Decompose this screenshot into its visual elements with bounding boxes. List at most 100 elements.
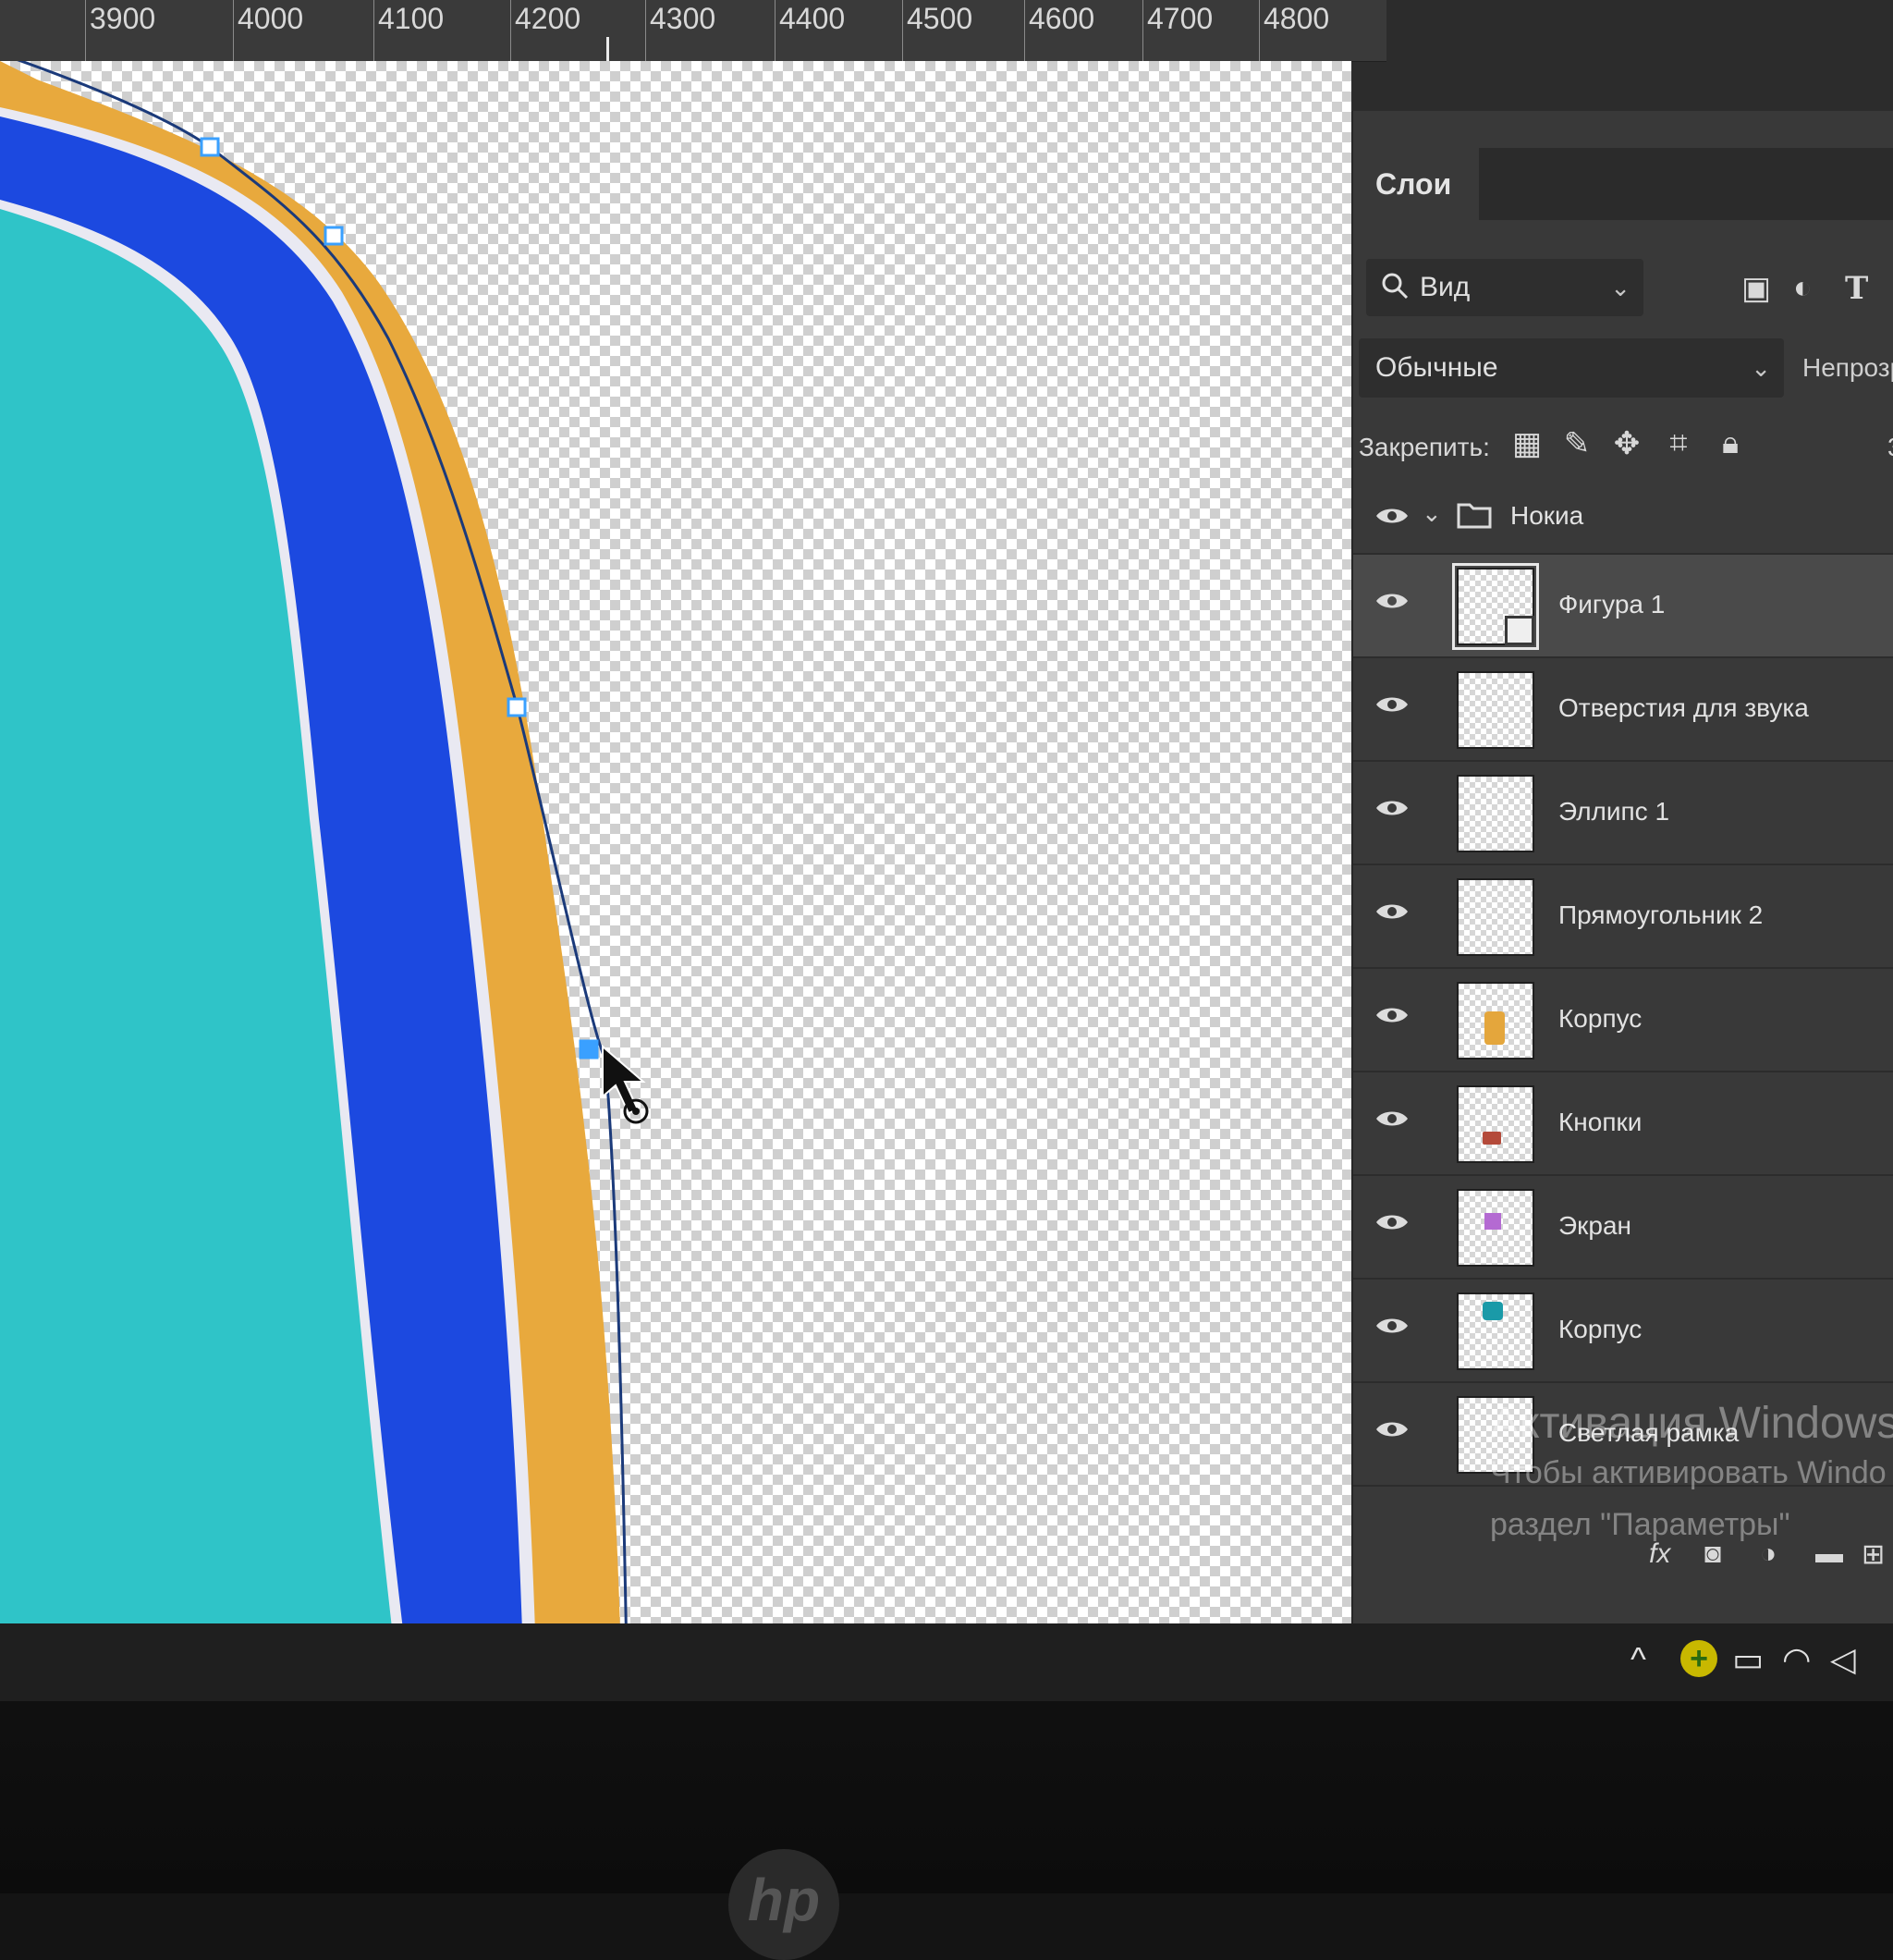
eye-icon[interactable] xyxy=(1375,693,1409,716)
volume-icon[interactable]: ◁ xyxy=(1830,1640,1856,1679)
eye-icon[interactable] xyxy=(1375,1108,1409,1130)
layer-thumbnail xyxy=(1452,563,1539,650)
folder-icon[interactable]: ▬ xyxy=(1815,1538,1843,1570)
ruler-tick: 3900 xyxy=(85,0,155,61)
layer-item[interactable]: Отверстия для звука xyxy=(1353,658,1893,762)
layer-item[interactable]: Экран xyxy=(1353,1176,1893,1280)
filter-label: Вид xyxy=(1420,272,1471,302)
document-canvas[interactable] xyxy=(0,61,1351,1660)
windows-activation-title: Активация Windows xyxy=(1490,1399,1893,1448)
search-icon xyxy=(1382,273,1409,300)
panel-tabbar: Слои xyxy=(1353,148,1893,220)
tab-layers[interactable]: Слои xyxy=(1353,148,1479,220)
layer-item[interactable]: Корпус xyxy=(1353,969,1893,1072)
eye-icon[interactable] xyxy=(1375,1315,1409,1337)
layer-item[interactable]: Прямоугольник 2 xyxy=(1353,865,1893,969)
blend-mode-select[interactable]: Обычные ⌄ xyxy=(1359,338,1784,398)
layer-name: Прямоугольник 2 xyxy=(1558,900,1764,929)
chevron-down-icon[interactable]: ⌄ xyxy=(1422,499,1442,528)
layer-item[interactable]: Эллипс 1 xyxy=(1353,762,1893,865)
layer-name: Экран xyxy=(1558,1211,1631,1240)
screen: 3900 4000 4100 4200 4300 4400 4500 4600 … xyxy=(0,0,1893,1701)
layer-name: Кнопки xyxy=(1558,1108,1643,1136)
thumbnail-content xyxy=(1484,1213,1501,1230)
new-layer-icon[interactable]: ⊞ xyxy=(1862,1538,1885,1571)
layer-group-nokia[interactable]: ⌄ Нокиа xyxy=(1353,481,1893,555)
anchor-point[interactable] xyxy=(324,226,344,246)
phone-artwork xyxy=(0,61,629,1660)
layer-item[interactable]: Кнопки xyxy=(1353,1072,1893,1176)
layer-name: Эллипс 1 xyxy=(1558,797,1670,826)
layer-name: Отверстия для звука xyxy=(1558,693,1809,722)
adjustment-filter-icon[interactable]: ◐ xyxy=(1793,270,1813,306)
ruler-tick: 4200 xyxy=(510,0,580,61)
layer-thumbnail xyxy=(1457,671,1534,749)
mask-icon[interactable]: ◙ xyxy=(1704,1538,1721,1570)
layer-thumbnail xyxy=(1457,982,1534,1060)
layer-thumbnail xyxy=(1457,1085,1534,1163)
eye-icon[interactable] xyxy=(1375,1004,1409,1026)
layer-name: Корпус xyxy=(1558,1315,1643,1343)
layer-thumbnail xyxy=(1457,878,1534,956)
layer-name: Корпус xyxy=(1558,1004,1643,1033)
shape-layer-icon xyxy=(1505,616,1534,645)
layer-filter-select[interactable]: Вид ⌄ xyxy=(1366,259,1643,316)
wifi-icon[interactable]: ◠ xyxy=(1782,1640,1811,1679)
chevron-down-icon: ⌄ xyxy=(1610,274,1630,301)
anchor-point[interactable] xyxy=(507,697,527,717)
layer-thumbnail xyxy=(1457,775,1534,852)
lock-transparent-icon[interactable]: ▦ xyxy=(1508,425,1545,466)
layer-name: Фигура 1 xyxy=(1558,590,1666,619)
horizontal-ruler: 3900 4000 4100 4200 4300 4400 4500 4600 … xyxy=(0,0,1386,70)
lock-all-icon[interactable]: 🔒︎ xyxy=(1712,425,1749,466)
anchor-point[interactable] xyxy=(200,137,220,157)
ruler-tick: 4400 xyxy=(775,0,845,61)
opacity-label: Непрозра xyxy=(1802,353,1893,382)
anchor-point-selected[interactable] xyxy=(579,1039,599,1060)
image-filter-icon[interactable]: ▣ xyxy=(1741,270,1771,307)
eye-icon[interactable] xyxy=(1375,900,1409,923)
taskbar: ^ ▭ ◠ ◁ xyxy=(0,1623,1893,1701)
thumbnail-content xyxy=(1484,1011,1505,1045)
thumbnail-content xyxy=(1483,1132,1501,1145)
adjustment-icon[interactable]: ◑ xyxy=(1760,1538,1777,1570)
thumbnail-content xyxy=(1483,1302,1503,1320)
fx-icon[interactable]: fx xyxy=(1649,1538,1670,1570)
ruler-tick: 4700 xyxy=(1142,0,1213,61)
layer-item[interactable]: Фигура 1 xyxy=(1353,555,1893,658)
type-filter-icon[interactable]: T xyxy=(1845,270,1868,307)
lock-artboard-icon[interactable]: ⌗ xyxy=(1660,425,1697,466)
chevron-down-icon: ⌄ xyxy=(1751,354,1771,382)
ruler-tick: 4600 xyxy=(1024,0,1094,61)
eye-icon[interactable] xyxy=(1375,1211,1409,1233)
battery-icon[interactable]: ▭ xyxy=(1732,1640,1764,1679)
layers-list: ⌄ Нокиа Фигура 1 Отверстия для звука Элл xyxy=(1353,481,1893,1525)
eye-icon[interactable] xyxy=(1375,797,1409,819)
folder-icon xyxy=(1457,503,1492,529)
lock-label: Закрепить: xyxy=(1359,433,1490,461)
layer-name: Нокиа xyxy=(1510,501,1584,530)
ruler-tick: 4300 xyxy=(645,0,715,61)
ruler-tick: 4100 xyxy=(373,0,444,61)
layer-item[interactable]: Корпус xyxy=(1353,1280,1893,1383)
ruler-tick: 4800 xyxy=(1259,0,1329,61)
lock-row: Закрепить: ▦ ✎ ✥ ⌗ 🔒︎ 3 xyxy=(1359,416,1893,481)
fill-value: 3 xyxy=(1887,433,1893,462)
layer-thumbnail xyxy=(1457,1292,1534,1370)
eye-icon[interactable] xyxy=(1375,590,1409,612)
windows-activation-text: Чтобы активировать Windo xyxy=(1490,1455,1887,1490)
lock-position-icon[interactable]: ✥ xyxy=(1608,425,1645,466)
direct-selection-cursor-icon xyxy=(601,1044,666,1137)
eye-icon[interactable] xyxy=(1375,505,1409,527)
filter-type-icons: ▣ ◐ T xyxy=(1741,270,1893,307)
ruler-tick: 4000 xyxy=(233,0,303,61)
blend-mode-label: Обычные xyxy=(1375,352,1498,383)
layer-thumbnail xyxy=(1457,1189,1534,1267)
hp-logo-icon: hp xyxy=(728,1849,839,1960)
windows-activation-text: раздел "Параметры" xyxy=(1490,1507,1790,1542)
lock-paint-icon[interactable]: ✎ xyxy=(1558,425,1595,466)
eye-icon[interactable] xyxy=(1375,1418,1409,1440)
tray-expand-icon[interactable]: ^ xyxy=(1630,1640,1646,1679)
tray-app-icon[interactable]: + xyxy=(1680,1640,1717,1677)
ruler-tick: 4500 xyxy=(902,0,972,61)
